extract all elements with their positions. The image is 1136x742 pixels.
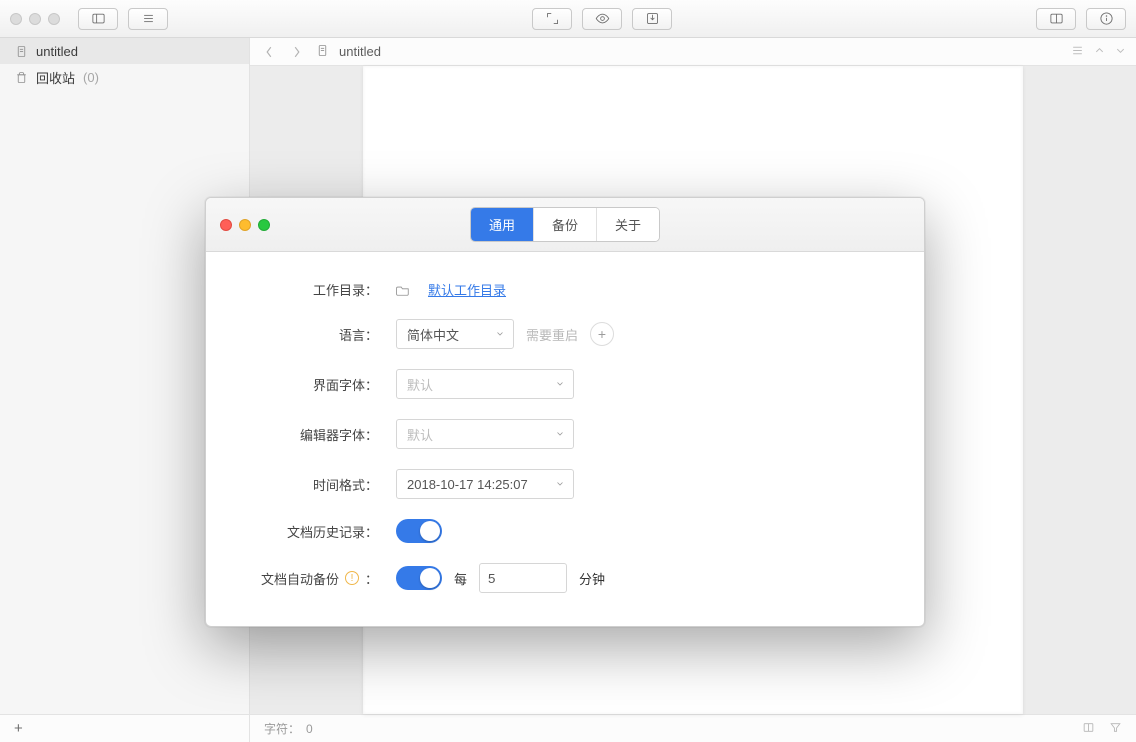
sidebar-item-untitled[interactable]: untitled (0, 38, 249, 64)
eye-icon (595, 11, 610, 26)
zoom-button[interactable] (258, 219, 270, 231)
info-button[interactable] (1086, 8, 1126, 30)
preview-button[interactable] (582, 8, 622, 30)
toolbar-right-group (1036, 8, 1126, 30)
zoom-dot-disabled (48, 13, 60, 25)
time-format-select[interactable]: 2018-10-17 14:25:07 (396, 469, 574, 499)
workdir-label: 工作目录： (246, 280, 396, 299)
outline-icon[interactable] (1071, 44, 1084, 60)
toolbar-center-group (532, 8, 672, 30)
ui-font-placeholder: 默认 (407, 375, 433, 394)
backup-interval-input[interactable] (479, 563, 567, 593)
preferences-window: 通用 备份 关于 工作目录： 默认工作目录 语言： 简体中文 需要重启 (205, 197, 925, 627)
collapse-up-icon[interactable] (1094, 44, 1105, 60)
list-toggle-button[interactable] (128, 8, 168, 30)
history-label: 文档历史记录： (246, 522, 396, 541)
min-dot-disabled (29, 13, 41, 25)
new-doc-button[interactable]: + (14, 720, 23, 737)
status-bar: + 字符： 0 (0, 714, 1136, 742)
window-traffic-lights (10, 13, 60, 25)
folder-icon (396, 284, 410, 296)
auto-backup-toggle[interactable] (396, 566, 442, 590)
restart-hint: 需要重启 (526, 325, 578, 344)
sidebar-item-label: untitled (36, 44, 78, 59)
window-titlebar (0, 0, 1136, 38)
toolbar-left-group (78, 8, 168, 30)
tab-backup[interactable]: 备份 (534, 208, 597, 241)
sidebar-item-count: (0) (83, 70, 99, 85)
list-icon (141, 11, 156, 26)
editor-font-select[interactable]: 默认 (396, 419, 574, 449)
editor-topbar: untitled (250, 38, 1136, 66)
nav-forward-button[interactable] (288, 43, 306, 61)
time-format-value: 2018-10-17 14:25:07 (407, 477, 528, 492)
history-toggle[interactable] (396, 519, 442, 543)
char-count-value: 0 (306, 722, 313, 736)
close-button[interactable] (220, 219, 232, 231)
doc-icon (316, 44, 329, 60)
language-select[interactable]: 简体中文 (396, 319, 514, 349)
doc-icon (14, 45, 28, 58)
nav-back-button[interactable] (260, 43, 278, 61)
prefs-body: 工作目录： 默认工作目录 语言： 简体中文 需要重启 + 界面字体： (206, 252, 924, 627)
split-view-icon[interactable] (1082, 721, 1095, 737)
filter-icon[interactable] (1109, 721, 1122, 737)
prefs-traffic-lights (220, 219, 270, 231)
info-icon (1099, 11, 1114, 26)
chevron-down-icon (555, 477, 565, 492)
add-language-button[interactable]: + (590, 322, 614, 346)
minutes-label: 分钟 (579, 569, 605, 588)
char-count-label: 字符： (264, 720, 300, 737)
every-label: 每 (454, 569, 467, 588)
export-button[interactable] (632, 8, 672, 30)
editor-topbar-right (1071, 44, 1126, 60)
language-label: 语言： (246, 325, 396, 344)
breadcrumb: untitled (339, 44, 381, 59)
chevron-down-icon (555, 427, 565, 442)
prefs-tabs: 通用 备份 关于 (470, 207, 660, 242)
tab-about[interactable]: 关于 (597, 208, 659, 241)
close-dot-disabled (10, 13, 22, 25)
download-icon (645, 11, 660, 26)
chevron-down-icon (495, 327, 505, 342)
sidebar-icon (91, 11, 106, 26)
panels-icon (1049, 11, 1064, 26)
panels-button[interactable] (1036, 8, 1076, 30)
auto-backup-label-wrap: 文档自动备份 ! ： (246, 569, 396, 588)
prefs-titlebar: 通用 备份 关于 (206, 198, 924, 252)
editor-font-label: 编辑器字体： (246, 425, 396, 444)
auto-backup-label: 文档自动备份 (261, 569, 339, 588)
ui-font-label: 界面字体： (246, 375, 396, 394)
ui-font-select[interactable]: 默认 (396, 369, 574, 399)
sidebar-toggle-button[interactable] (78, 8, 118, 30)
collapse-down-icon[interactable] (1115, 44, 1126, 60)
language-value: 简体中文 (407, 325, 459, 344)
trash-icon (14, 71, 28, 84)
sidebar-item-trash[interactable]: 回收站 (0) (0, 64, 249, 90)
warning-icon: ! (345, 571, 359, 585)
time-format-label: 时间格式： (246, 475, 396, 494)
chevron-down-icon (555, 377, 565, 392)
minimize-button[interactable] (239, 219, 251, 231)
expand-button[interactable] (532, 8, 572, 30)
tab-general[interactable]: 通用 (471, 208, 534, 241)
editor-font-placeholder: 默认 (407, 425, 433, 444)
expand-icon (545, 11, 560, 26)
workdir-link[interactable]: 默认工作目录 (428, 280, 506, 299)
sidebar-item-label: 回收站 (36, 68, 75, 87)
